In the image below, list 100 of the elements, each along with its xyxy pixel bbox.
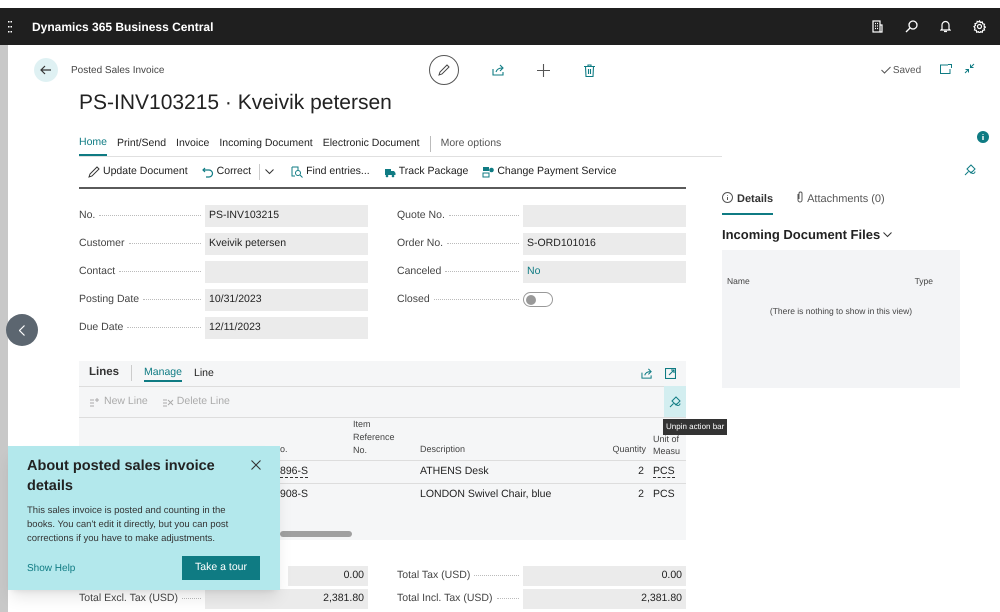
field-value: 0.00: [288, 566, 368, 586]
field-value: S-ORD101016: [523, 232, 686, 254]
field-value: 2,381.80: [523, 588, 686, 608]
action-button[interactable]: Track Package: [384, 164, 468, 180]
tab[interactable]: Electronic Document: [322, 132, 420, 156]
find-icon: [291, 166, 304, 178]
expand-icon[interactable]: [665, 368, 676, 378]
tab[interactable]: Line: [194, 364, 214, 382]
chevron-down-icon: [265, 168, 274, 174]
field-value: PS-INV103215: [205, 204, 368, 226]
trash-icon[interactable]: [584, 64, 596, 76]
tooltip: Unpin action bar: [663, 418, 728, 434]
info-icon[interactable]: [977, 131, 989, 143]
page-caption: Posted Sales Invoice: [71, 64, 164, 78]
paperclip-icon: [797, 191, 804, 203]
table-cell[interactable]: PCS: [653, 464, 675, 478]
column-header[interactable]: Name: [727, 274, 750, 288]
field-label: Total Incl. Tax (USD): [397, 590, 494, 606]
field-label: Customer: [79, 236, 126, 251]
table-cell: LONDON Swivel Chair, blue: [420, 488, 552, 500]
undo-icon: [202, 166, 214, 178]
popup-title: About posted sales invoice details: [27, 457, 216, 496]
field-label: Canceled: [397, 264, 442, 279]
action-button: New Line: [89, 394, 148, 410]
collapse-icon[interactable]: [964, 63, 975, 74]
table-cell: 2: [638, 464, 644, 477]
column-header[interactable]: Type: [914, 274, 933, 288]
arrow-left-icon: [40, 65, 52, 75]
tab[interactable]: Print/Send: [117, 132, 166, 156]
tab[interactable]: Invoice: [176, 132, 210, 156]
field-value: No: [523, 260, 686, 282]
settings-icon[interactable]: [973, 20, 986, 33]
field-label: Order No.: [397, 236, 444, 251]
table-cell: 2: [638, 488, 644, 500]
column-header[interactable]: Quantity: [612, 444, 646, 454]
field-label: Contact: [79, 264, 116, 279]
field-label: Total Tax (USD): [397, 568, 472, 583]
action-button[interactable]: Change Payment Service: [482, 164, 616, 180]
page-title: PS-INV103215 · Kveivik petersen: [79, 90, 393, 116]
field-label: Due Date: [79, 320, 124, 335]
field-label: Closed: [397, 292, 431, 307]
field-value: 10/31/2023: [205, 288, 368, 310]
share-icon[interactable]: [641, 368, 653, 378]
column-header[interactable]: o.: [280, 444, 288, 454]
action-button[interactable]: Update Document: [88, 164, 188, 180]
close-button[interactable]: [251, 460, 261, 470]
column-header[interactable]: Item Reference No.: [353, 418, 403, 456]
previous-button[interactable]: [6, 314, 38, 346]
back-button[interactable]: [34, 58, 58, 82]
saved-status: Saved: [892, 64, 922, 78]
field-label: Quote No.: [397, 208, 446, 223]
pin-icon: [669, 396, 681, 408]
info-icon: [722, 192, 733, 203]
bell-icon[interactable]: [940, 20, 951, 33]
take-tour-button[interactable]: Take a tour: [182, 556, 260, 580]
table-cell: ATHENS Desk: [420, 464, 489, 477]
delete-line-icon: [162, 396, 174, 406]
section-title: Lines: [89, 365, 120, 380]
search-icon[interactable]: [905, 20, 918, 33]
tab[interactable]: Manage: [144, 364, 182, 382]
chevron-down-icon[interactable]: [883, 232, 892, 238]
edit-button[interactable]: [429, 55, 460, 85]
app-launcher-icon[interactable]: [8, 20, 12, 32]
section-title[interactable]: Incoming Document Files: [722, 225, 880, 244]
plus-icon[interactable]: [537, 64, 550, 76]
empty-message: (There is nothing to show in this view): [770, 306, 912, 316]
field-value: 12/11/2023: [205, 316, 368, 338]
payment-icon: [482, 166, 494, 178]
chevron-left-icon: [19, 324, 25, 336]
action-button[interactable]: Correct: [202, 164, 252, 180]
open-in-new-window-icon[interactable]: [940, 64, 952, 74]
new-line-icon: [89, 396, 101, 406]
pencil-icon: [438, 64, 450, 76]
popup-text: This sales invoice is posted and counting in the books. You can't edit it directly, but you can post corrections if you have to make adjustments.: [27, 504, 230, 546]
field-label: Posting Date: [79, 292, 140, 307]
share-icon[interactable]: [492, 64, 506, 76]
checkmark-icon: [880, 66, 891, 74]
field-label: No.: [79, 208, 96, 223]
column-header[interactable]: Description: [420, 444, 466, 454]
table-cell: PCS: [653, 488, 675, 500]
field-value: 2,381.80: [205, 588, 368, 608]
table-cell: 908-S: [280, 488, 308, 500]
column-header[interactable]: Unit of Measu: [653, 432, 681, 456]
action-button[interactable]: Find entries...: [291, 164, 370, 180]
field-value: Kveivik petersen: [205, 232, 368, 254]
action-button: Delete Line: [162, 394, 230, 410]
toggle-switch[interactable]: [523, 292, 553, 307]
close-icon: [251, 460, 261, 470]
field-value: 0.00: [523, 566, 686, 586]
pin-button[interactable]: [664, 386, 686, 417]
tab[interactable]: Attachments (0): [797, 191, 885, 215]
app-title: Dynamics 365 Business Central: [32, 18, 214, 36]
more-options-tab[interactable]: More options: [440, 136, 502, 152]
pin-icon[interactable]: [964, 164, 976, 176]
pencil-icon: [88, 166, 100, 178]
tab[interactable]: Incoming Document: [219, 132, 313, 156]
tab[interactable]: Details: [722, 191, 774, 215]
field-label: Total Excl. Tax (USD): [79, 590, 179, 606]
building-icon[interactable]: [872, 20, 883, 33]
show-help-link[interactable]: Show Help: [27, 560, 76, 576]
